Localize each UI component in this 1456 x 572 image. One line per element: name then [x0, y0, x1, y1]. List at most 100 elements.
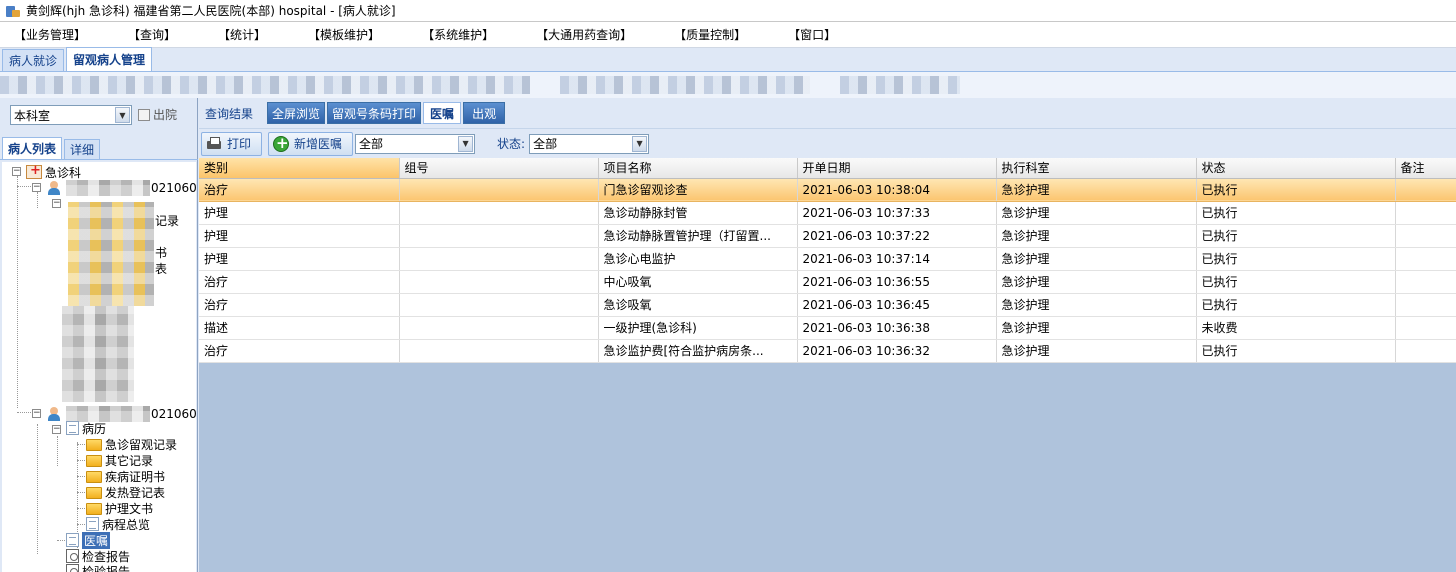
add-order-button[interactable]: 新增医嘱 [268, 131, 354, 156]
cell-category: 护理 [199, 224, 400, 248]
cell-exec-dept: 急诊护理 [996, 247, 1197, 271]
menu-business[interactable]: 【业务管理】 [14, 26, 86, 43]
report-icon [66, 549, 79, 563]
tab-observation-management[interactable]: 留观病人管理 [66, 47, 153, 71]
table-row[interactable]: 治疗 中心吸氧 2021-06-03 10:36:55 急诊护理 已执行 [199, 270, 1456, 294]
department-select[interactable]: 本科室 ▼ [10, 105, 132, 125]
table-row[interactable]: 护理 急诊动静脉封管 2021-06-03 10:37:33 急诊护理 已执行 [199, 201, 1456, 225]
collapse-toggle[interactable]: − [12, 167, 21, 176]
print-button-label: 打印 [227, 137, 252, 151]
tree-node-patient[interactable] [46, 180, 65, 196]
folder-icon [86, 455, 102, 467]
tree-node-label: 急诊科 [45, 165, 82, 180]
patient-list-panel: 本科室 ▼ 出院 病人列表 详细 − 急诊科 − [0, 98, 198, 572]
cell-item-name: 门急诊留观诊查 [598, 178, 798, 202]
cell-order-date: 2021-06-03 10:36:32 [797, 339, 997, 363]
tab-patient-visit[interactable]: 病人就诊 [2, 49, 65, 71]
table-row[interactable]: 治疗 急诊吸氧 2021-06-03 10:36:45 急诊护理 已执行 [199, 293, 1456, 317]
chevron-down-icon[interactable]: ▼ [115, 107, 130, 123]
column-header-order-date[interactable]: 开单日期 [797, 158, 997, 179]
menu-statistics[interactable]: 【统计】 [218, 26, 266, 43]
tree-node-nursing-docs[interactable]: 护理文书 [86, 500, 153, 516]
document-icon [66, 421, 79, 435]
scope-select[interactable]: 全部 ▼ [355, 133, 476, 154]
discharged-checkbox-label: 出院 [153, 108, 178, 122]
record-fragment: 书 [155, 245, 168, 260]
cell-item-name: 中心吸氧 [598, 270, 798, 294]
cell-category: 描述 [199, 316, 400, 340]
view-toolbar: 查询结果 全屏浏览 留观号条码打印 医嘱 出观 [199, 98, 1456, 128]
add-order-button-label: 新增医嘱 [294, 137, 343, 151]
tree-node-label: 检验报告 [82, 564, 131, 572]
tab-patient-list[interactable]: 病人列表 [2, 137, 63, 159]
collapse-toggle[interactable]: − [32, 409, 41, 418]
tree-node-emergency-dept[interactable]: 急诊科 [26, 163, 82, 180]
tree-node-case-record[interactable]: 病历 [66, 420, 106, 436]
table-row[interactable]: 描述 一级护理(急诊科) 2021-06-03 10:36:38 急诊护理 未收… [199, 316, 1456, 340]
fullscreen-view-button[interactable]: 全屏浏览 [267, 102, 326, 124]
cell-category: 治疗 [199, 339, 400, 363]
menu-drug-query[interactable]: 【大通用药查询】 [536, 26, 632, 43]
collapse-toggle[interactable]: − [52, 425, 61, 434]
cell-exec-dept: 急诊护理 [996, 293, 1197, 317]
cell-remark [1395, 224, 1456, 248]
grid-header-row: 类别 组号 项目名称 开单日期 执行科室 状态 备注 [199, 158, 1456, 179]
cell-order-date: 2021-06-03 10:36:55 [797, 270, 997, 294]
window-title: 黄剑辉(hjh 急诊科) 福建省第二人民医院(本部) hospital - [病… [26, 4, 396, 18]
cell-group [399, 316, 599, 340]
status-select[interactable]: 全部 ▼ [529, 133, 650, 154]
collapse-toggle[interactable]: − [52, 199, 61, 208]
menu-query[interactable]: 【查询】 [128, 26, 176, 43]
column-header-status[interactable]: 状态 [1196, 158, 1396, 179]
folder-icon [86, 471, 102, 483]
menu-system[interactable]: 【系统维护】 [422, 26, 494, 43]
cell-exec-dept: 急诊护理 [996, 316, 1197, 340]
column-header-group[interactable]: 组号 [399, 158, 599, 179]
chevron-down-icon[interactable]: ▼ [458, 135, 474, 152]
cell-item-name: 急诊动静脉封管 [598, 201, 798, 225]
tab-orders[interactable]: 医嘱 [423, 102, 462, 124]
query-result-label: 查询结果 [205, 106, 254, 121]
tree-node-label: 护理文书 [105, 501, 154, 516]
menu-template[interactable]: 【模板维护】 [308, 26, 380, 43]
discharge-observation-button[interactable]: 出观 [463, 102, 506, 124]
checkbox-box[interactable] [138, 108, 150, 121]
barcode-print-button[interactable]: 留观号条码打印 [327, 102, 422, 124]
tab-details[interactable]: 详细 [64, 139, 101, 159]
cell-remark [1395, 339, 1456, 363]
chevron-down-icon[interactable]: ▼ [632, 135, 648, 152]
column-header-category[interactable]: 类别 [199, 158, 400, 179]
cell-remark [1395, 178, 1456, 202]
table-row[interactable]: 护理 急诊心电监护 2021-06-03 10:37:14 急诊护理 已执行 [199, 247, 1456, 271]
tree-node-label: 发热登记表 [105, 485, 166, 500]
cell-category: 护理 [199, 201, 400, 225]
table-row[interactable]: 治疗 门急诊留观诊查 2021-06-03 10:38:04 急诊护理 已执行 [199, 178, 1456, 202]
tree-node-other-record[interactable]: 其它记录 [86, 452, 153, 468]
tree-node-orders[interactable]: 医嘱 [66, 531, 111, 549]
cell-status: 已执行 [1196, 224, 1396, 248]
cell-remark [1395, 270, 1456, 294]
patient-icon [46, 407, 62, 421]
tree-node-disease-certificate[interactable]: 疾病证明书 [86, 468, 165, 484]
column-header-exec-dept[interactable]: 执行科室 [996, 158, 1197, 179]
table-row[interactable]: 治疗 急诊监护费[符合监护病房条... 2021-06-03 10:36:32 … [199, 339, 1456, 363]
tree-node-fever-register[interactable]: 发热登记表 [86, 484, 165, 500]
discharged-checkbox[interactable]: 出院 [138, 106, 177, 123]
cell-exec-dept: 急诊护理 [996, 224, 1197, 248]
print-button[interactable]: 打印 [201, 131, 263, 156]
column-header-remark[interactable]: 备注 [1395, 158, 1456, 179]
cell-remark [1395, 201, 1456, 225]
collapse-toggle[interactable]: − [32, 183, 41, 192]
tree-node-lab-report[interactable]: 检验报告 [66, 563, 130, 572]
tree-node-course-overview[interactable]: 病程总览 [86, 516, 150, 532]
menu-quality[interactable]: 【质量控制】 [674, 26, 746, 43]
table-row[interactable]: 护理 急诊动静脉置管护理（打留置... 2021-06-03 10:37:22 … [199, 224, 1456, 248]
tree-node-patient[interactable] [46, 406, 65, 422]
menu-window[interactable]: 【窗口】 [788, 26, 836, 43]
tree-node-observation-record[interactable]: 急诊留观记录 [86, 436, 177, 452]
column-header-item-name[interactable]: 项目名称 [598, 158, 798, 179]
hospital-icon [26, 163, 42, 179]
cell-item-name: 急诊监护费[符合监护病房条... [598, 339, 798, 363]
cell-order-date: 2021-06-03 10:37:33 [797, 201, 997, 225]
app-icon [6, 4, 20, 18]
